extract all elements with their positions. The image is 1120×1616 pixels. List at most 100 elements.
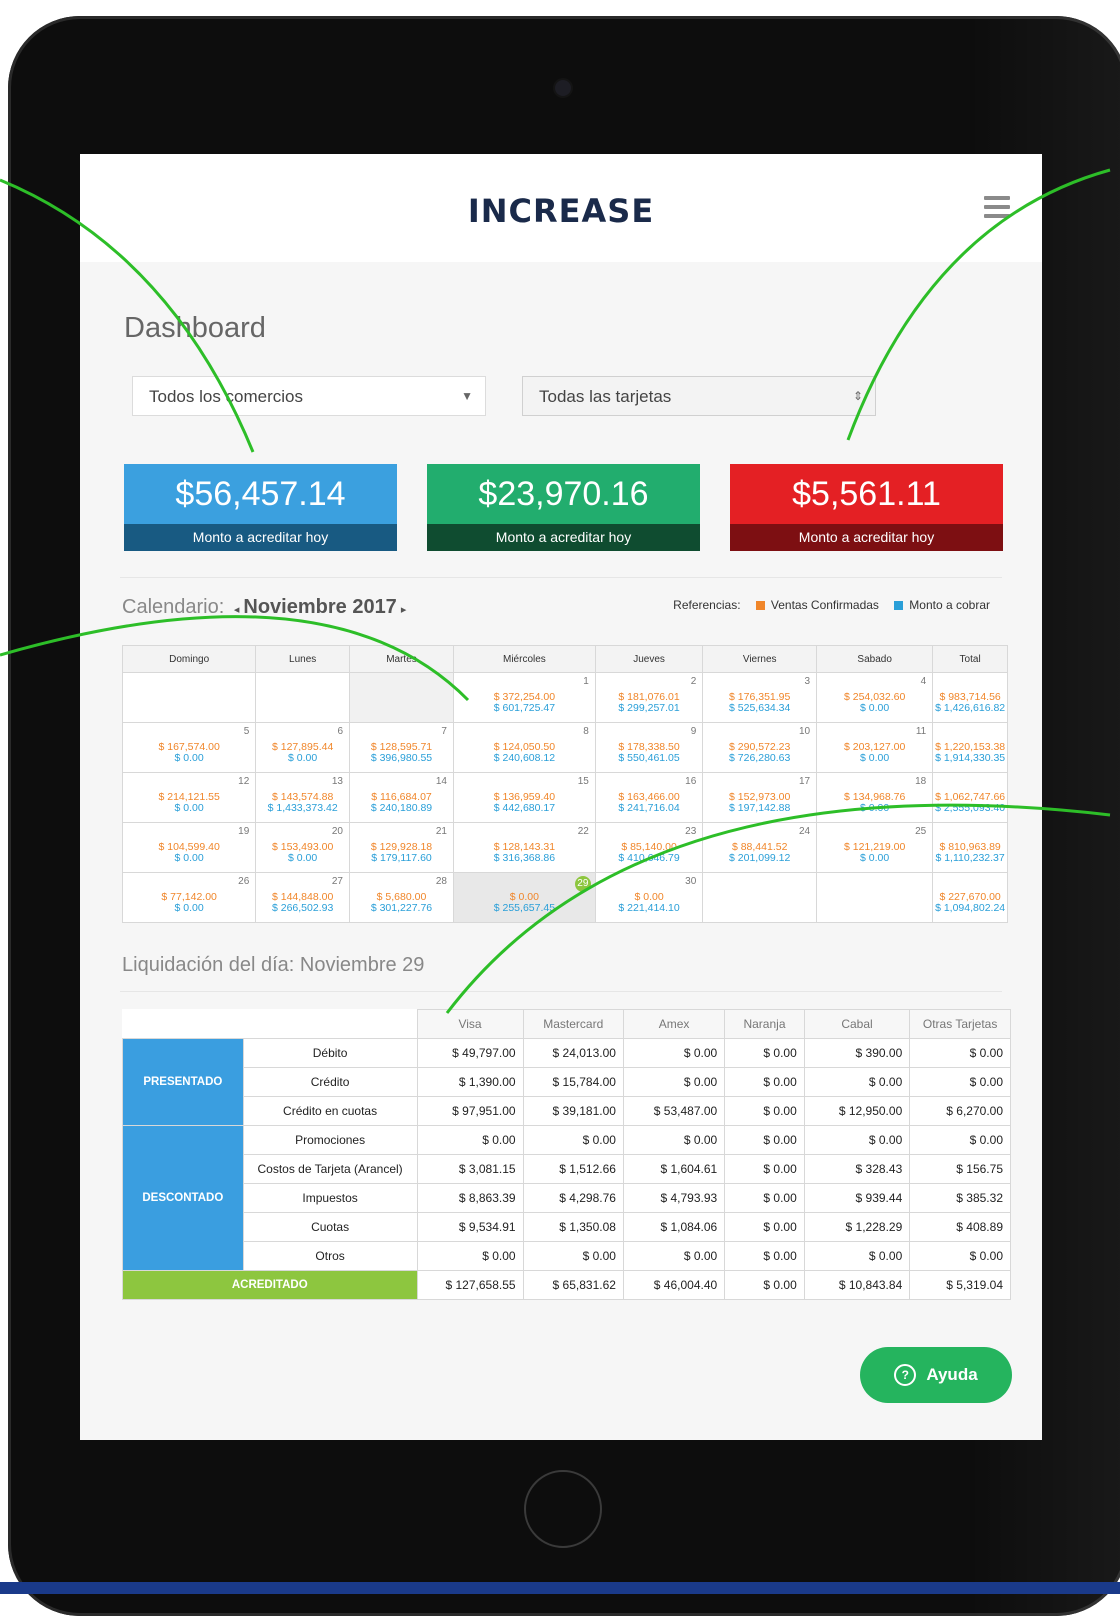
calendar-week: 12 $ 214,121.55 $ 0.00 13 $ 143,574.88 $ 1,43… — [121, 772, 1008, 823]
amount-to-collect: $ 550,461.05 — [618, 752, 680, 764]
day-amounts: $ 810,963.89 $ 1,110,232.37 — [933, 842, 1007, 864]
merchant-select[interactable]: Todos los comercios ▼ — [132, 376, 486, 416]
calendar-day-cell[interactable]: 13 $ 143,574.88 $ 1,433,373.42 — [255, 772, 350, 823]
calendar-day-cell[interactable]: 18 $ 134,968.76 $ 0.00 — [816, 772, 934, 823]
calendar-day-cell[interactable]: 8 $ 124,050.50 $ 240,608.12 — [452, 722, 596, 773]
calendar-week: 19 $ 104,599.40 $ 0.00 20 $ 153,493.00 $ 0.00… — [121, 822, 1008, 873]
day-amounts: $ 5,680.00 $ 301,227.76 — [350, 892, 453, 914]
table-cell: $ 12,950.00 — [803, 1096, 911, 1126]
calendar-day-cell[interactable]: 27 $ 144,848.00 $ 266,502.93 — [255, 872, 350, 923]
calendar-day-cell[interactable]: 17 $ 152,973.00 $ 197,142.88 — [702, 772, 818, 823]
calendar-day-cell[interactable]: 5 $ 167,574.00 $ 0.00 — [121, 722, 257, 773]
group-label: PRESENTADO — [122, 1038, 244, 1126]
summary-card-amount: $23,970.16 — [427, 464, 700, 524]
table-cell: $ 328.43 — [803, 1154, 911, 1184]
amount-to-collect: $ 316,368.86 — [493, 852, 556, 864]
calendar-day-cell[interactable]: 28 $ 5,680.00 $ 301,227.76 — [349, 872, 454, 923]
calendar-day-cell[interactable] — [349, 672, 454, 723]
next-month-icon[interactable]: ▸ — [401, 604, 407, 616]
calendar-day-cell[interactable]: 25 $ 121,219.00 $ 0.00 — [816, 822, 934, 873]
calendar-day-cell[interactable]: 3 $ 176,351.95 $ 525,634.34 — [702, 672, 818, 723]
calendar-day-cell[interactable]: 15 $ 136,959.40 $ 442,680.17 — [452, 772, 596, 823]
calendar-day-cell[interactable]: 19 $ 104,599.40 $ 0.00 — [121, 822, 257, 873]
day-number: 17 — [798, 776, 811, 787]
calendar-day-cell[interactable]: 14 $ 116,684.07 $ 240,180.89 — [349, 772, 454, 823]
menu-icon[interactable] — [984, 196, 1010, 218]
legend-collect: Monto a cobrar — [909, 598, 990, 612]
day-number: 19 — [238, 826, 250, 837]
summary-card-label: Monto a acreditar hoy — [730, 524, 1003, 551]
calendar-day-cell[interactable]: 20 $ 153,493.00 $ 0.00 — [255, 822, 350, 873]
calendar-day-cell[interactable]: 6 $ 127,895.44 $ 0.00 — [255, 722, 350, 773]
calendar-day-cell[interactable]: 9 $ 178,338.50 $ 550,461.05 — [594, 722, 704, 773]
table-cell: $ 9,534.91 — [416, 1212, 524, 1242]
day-amounts: $ 983,714.56 $ 1,426,616.82 — [933, 692, 1007, 714]
amount-to-collect: $ 2,555,093.40 — [935, 802, 1006, 814]
day-amounts: $ 153,493.00 $ 0.00 — [256, 842, 349, 864]
card-column-header: Cabal — [803, 1009, 911, 1039]
row-label: Débito — [242, 1038, 418, 1068]
day-amounts: $ 124,050.50 $ 240,608.12 — [454, 742, 595, 764]
total-cell: $ 10,843.84 — [803, 1270, 911, 1300]
day-number: 9 — [690, 726, 697, 737]
calendar-day-cell[interactable]: 24 $ 88,441.52 $ 201,099.12 — [702, 822, 818, 873]
day-number: 18 — [915, 776, 927, 787]
amount-to-collect: $ 266,502.93 — [271, 902, 334, 914]
calendar-day-cell[interactable]: 30 $ 0.00 $ 221,414.10 — [594, 872, 704, 923]
row-label: Otros — [242, 1241, 418, 1271]
calendar-total-cell: $ 810,963.89 $ 1,110,232.37 — [932, 822, 1008, 873]
calendar-day-cell[interactable]: 7 $ 128,595.71 $ 396,980.55 — [349, 722, 454, 773]
amount-to-collect: $ 221,414.10 — [618, 902, 680, 914]
calendar-header: Miércoles — [452, 645, 596, 673]
summary-card-amount: $56,457.14 — [124, 464, 397, 524]
calendar-day-cell[interactable]: 21 $ 129,928.18 $ 179,117.60 — [349, 822, 454, 873]
card-column-header: Naranja — [724, 1009, 805, 1039]
day-amounts: $ 181,076.01 $ 299,257.01 — [596, 692, 702, 714]
calendar-day-cell[interactable]: 16 $ 163,466.00 $ 241,716.04 — [594, 772, 704, 823]
row-label: Crédito — [242, 1067, 418, 1097]
calendar-header: Total — [932, 645, 1008, 673]
help-button[interactable]: ? Ayuda — [860, 1347, 1012, 1403]
amount-to-collect: $ 0.00 — [860, 802, 890, 814]
table-cell: $ 0.00 — [724, 1241, 805, 1271]
calendar-day-cell[interactable] — [121, 672, 257, 723]
calendar-day-cell[interactable]: 1 $ 372,254.00 $ 601,725.47 — [452, 672, 596, 723]
page-title: Dashboard — [124, 312, 266, 344]
table-cell: $ 0.00 — [724, 1067, 805, 1097]
day-number: 25 — [915, 826, 927, 837]
row-label: Promociones — [242, 1125, 418, 1155]
calendar-day-cell[interactable]: 12 $ 214,121.55 $ 0.00 — [121, 772, 257, 823]
calendar-day-cell[interactable]: 23 $ 85,140.00 $ 410,646.79 — [594, 822, 704, 873]
day-amounts: $ 85,140.00 $ 410,646.79 — [596, 842, 702, 864]
amount-to-collect: $ 179,117.60 — [371, 852, 432, 864]
table-cell: $ 0.00 — [416, 1125, 524, 1155]
prev-month-icon[interactable]: ◂ — [234, 604, 240, 616]
day-amounts: $ 254,032.60 $ 0.00 — [817, 692, 932, 714]
day-amounts: $ 121,219.00 $ 0.00 — [817, 842, 932, 864]
divider — [120, 991, 1002, 992]
amount-to-collect: $ 601,725.47 — [493, 702, 556, 714]
day-amounts: $ 290,572.23 $ 726,280.63 — [703, 742, 816, 764]
amount-to-collect: $ 442,680.17 — [493, 802, 556, 814]
calendar-day-cell[interactable]: 22 $ 128,143.31 $ 316,368.86 — [452, 822, 596, 873]
calendar-day-cell[interactable] — [255, 672, 350, 723]
amount-to-collect: $ 299,257.01 — [618, 702, 680, 714]
amount-to-collect: $ 0.00 — [860, 702, 890, 714]
calendar-day-cell[interactable]: 10 $ 290,572.23 $ 726,280.63 — [702, 722, 818, 773]
background-stripe — [0, 1582, 1120, 1594]
top-bar: INCREASE — [80, 154, 1042, 262]
calendar-day-cell[interactable]: 4 $ 254,032.60 $ 0.00 — [816, 672, 934, 723]
calendar-day-cell[interactable] — [816, 872, 934, 923]
calendar-day-cell[interactable]: 29 $ 0.00 $ 255,657.45 — [452, 872, 596, 923]
calendar-day-cell[interactable]: 2 $ 181,076.01 $ 299,257.01 — [594, 672, 704, 723]
chevron-down-icon: ▼ — [461, 389, 473, 403]
calendar-day-cell[interactable]: 26 $ 77,142.00 $ 0.00 — [121, 872, 257, 923]
calendar-total-cell: $ 1,220,153.38 $ 1,914,330.35 — [932, 722, 1008, 773]
row-label: Cuotas — [242, 1212, 418, 1242]
day-number: 2 — [690, 676, 697, 687]
amount-to-collect: $ 0.00 — [288, 852, 318, 864]
calendar-day-cell[interactable]: 11 $ 203,127.00 $ 0.00 — [816, 722, 934, 773]
cards-select[interactable]: Todas las tarjetas ⇕ — [522, 376, 876, 416]
calendar-day-cell[interactable] — [702, 872, 818, 923]
table-cell: $ 0.00 — [909, 1125, 1011, 1155]
